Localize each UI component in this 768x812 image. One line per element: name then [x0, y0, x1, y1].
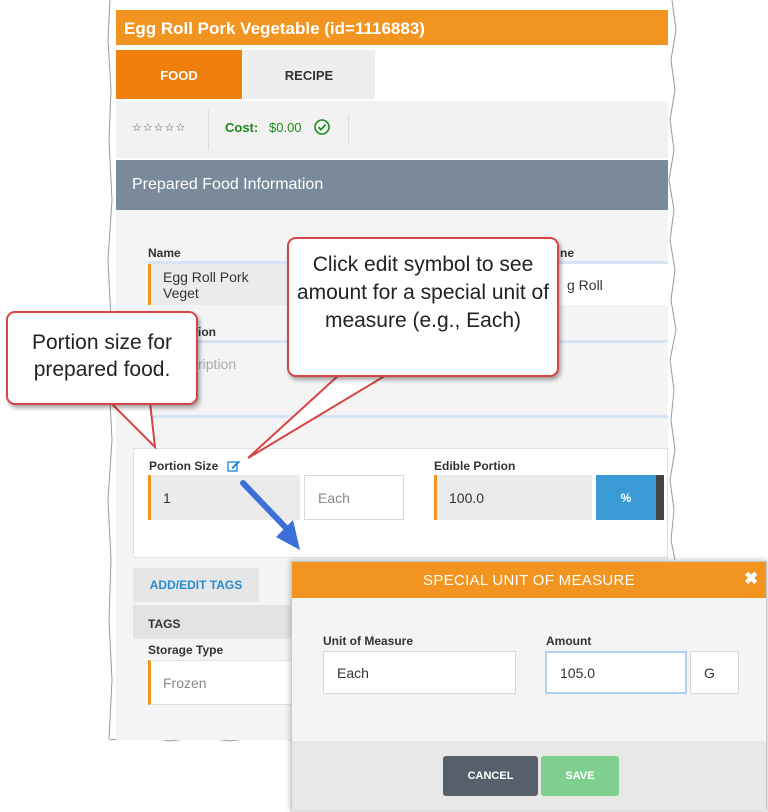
cancel-button[interactable]: CANCEL — [443, 756, 538, 796]
unit-of-measure-field[interactable]: Each — [323, 651, 516, 694]
unit-of-measure-label: Unit of Measure — [323, 634, 414, 648]
save-button[interactable]: SAVE — [541, 756, 619, 796]
modal-footer: CANCEL SAVE — [292, 741, 766, 811]
special-unit-modal: SPECIAL UNIT OF MEASURE ✖ Unit of Measur… — [291, 561, 767, 811]
amount-field[interactable]: 105.0 — [545, 651, 687, 694]
close-icon[interactable]: ✖ — [744, 569, 758, 589]
amount-unit-field[interactable]: G — [690, 651, 739, 694]
amount-label: Amount — [546, 634, 592, 648]
modal-body: Unit of Measure Each Amount 105.0 G — [292, 598, 766, 741]
modal-title: SPECIAL UNIT OF MEASURE — [292, 562, 766, 598]
